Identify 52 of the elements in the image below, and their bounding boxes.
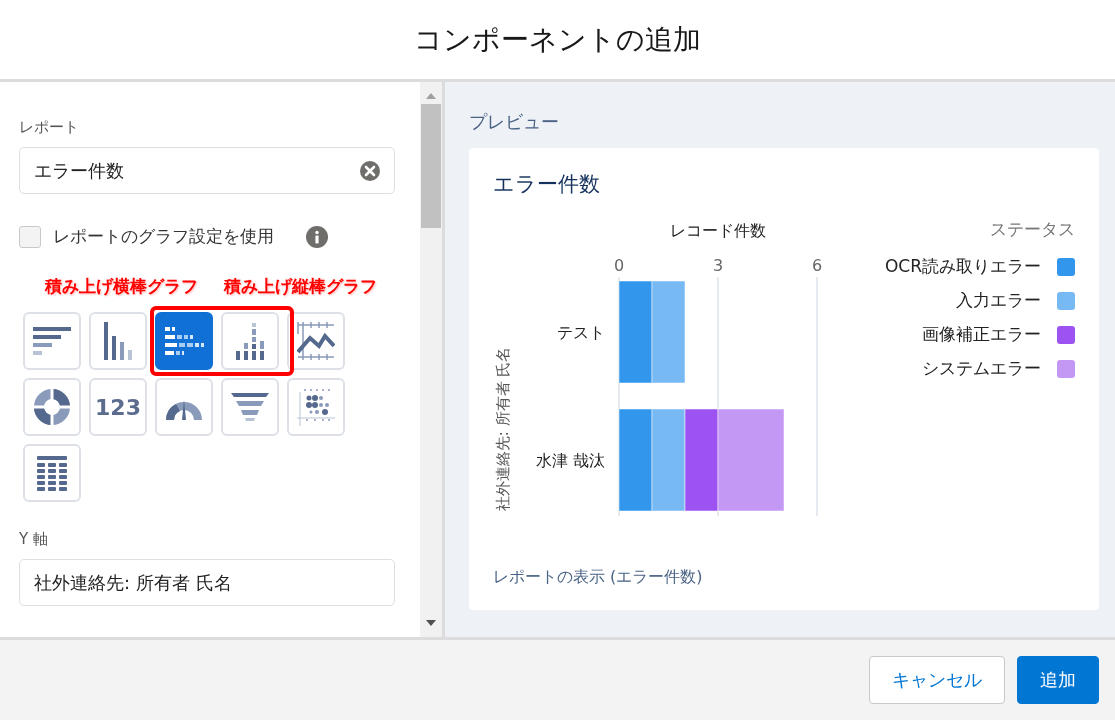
info-icon (306, 225, 328, 248)
clear-icon[interactable] (360, 160, 380, 181)
cancel-button[interactable]: キャンセル (869, 656, 1005, 704)
line-chart-icon (297, 322, 335, 360)
legend-label: OCR読み取りエラー (884, 255, 1041, 278)
column-chart-button[interactable] (89, 312, 147, 370)
bar-chart-icon (33, 327, 71, 355)
funnel-chart-button[interactable] (221, 378, 279, 436)
scrollbar-thumb[interactable] (421, 104, 441, 228)
add-button[interactable]: 追加 (1017, 656, 1099, 704)
dialog-title: コンポーネントの追加 (414, 21, 701, 58)
scroll-down-icon (425, 619, 437, 627)
table-chart-button[interactable] (23, 444, 81, 502)
y-axis-title: 社外連絡先: 所有者 氏名 (493, 346, 513, 512)
legend-label: 入力エラー (956, 289, 1041, 312)
checkbox[interactable] (19, 225, 41, 248)
column-chart-icon (104, 322, 132, 360)
x-tick-label: 0 (613, 256, 625, 275)
line-chart-button[interactable] (287, 312, 345, 370)
chart-title: エラー件数 (493, 171, 601, 198)
stacked-column-chart-icon (236, 322, 264, 360)
scatter-chart-icon (297, 388, 335, 426)
legend-title: ステータス (990, 218, 1075, 241)
category-label: 水津 哉汰 (535, 451, 605, 470)
legend-label: 画像補正エラー (922, 323, 1041, 346)
donut-chart-button[interactable] (23, 378, 81, 436)
y-axis-field[interactable]: 社外連絡先: 所有者 氏名 (19, 559, 395, 606)
y-axis-label: Y 軸 (19, 530, 49, 549)
scroll-up-icon (425, 92, 437, 100)
stacked-column-chart-button[interactable] (221, 312, 279, 370)
category-label: テスト (557, 323, 605, 342)
annotation-label: 積み上げ横棒グラフ (45, 275, 198, 298)
legend-label: システムエラー (922, 357, 1041, 380)
donut-chart-icon (34, 389, 70, 425)
x-axis-title: レコード件数 (670, 221, 766, 240)
x-tick-label: 3 (712, 256, 724, 275)
table-icon (37, 455, 67, 491)
checkbox-label: レポートのグラフ設定を使用 (53, 225, 274, 248)
report-label: レポート (19, 118, 80, 137)
bar-chart-button[interactable] (23, 312, 81, 370)
stacked-bar-chart-icon (164, 327, 204, 355)
metric-chart-label: 123 (95, 394, 141, 420)
scatter-chart-button[interactable] (287, 378, 345, 436)
preview-heading: プレビュー (469, 110, 560, 134)
funnel-chart-icon (231, 393, 269, 421)
stacked-bar-chart-button[interactable] (155, 312, 213, 370)
report-field[interactable]: エラー件数 (19, 147, 395, 194)
metric-chart-button[interactable]: 123 (89, 378, 147, 436)
x-tick-label: 6 (811, 256, 823, 275)
gauge-chart-button[interactable] (155, 378, 213, 436)
view-report-link[interactable]: レポートの表示 (エラー件数) (493, 567, 1075, 588)
annotation-label: 積み上げ縦棒グラフ (224, 275, 377, 298)
